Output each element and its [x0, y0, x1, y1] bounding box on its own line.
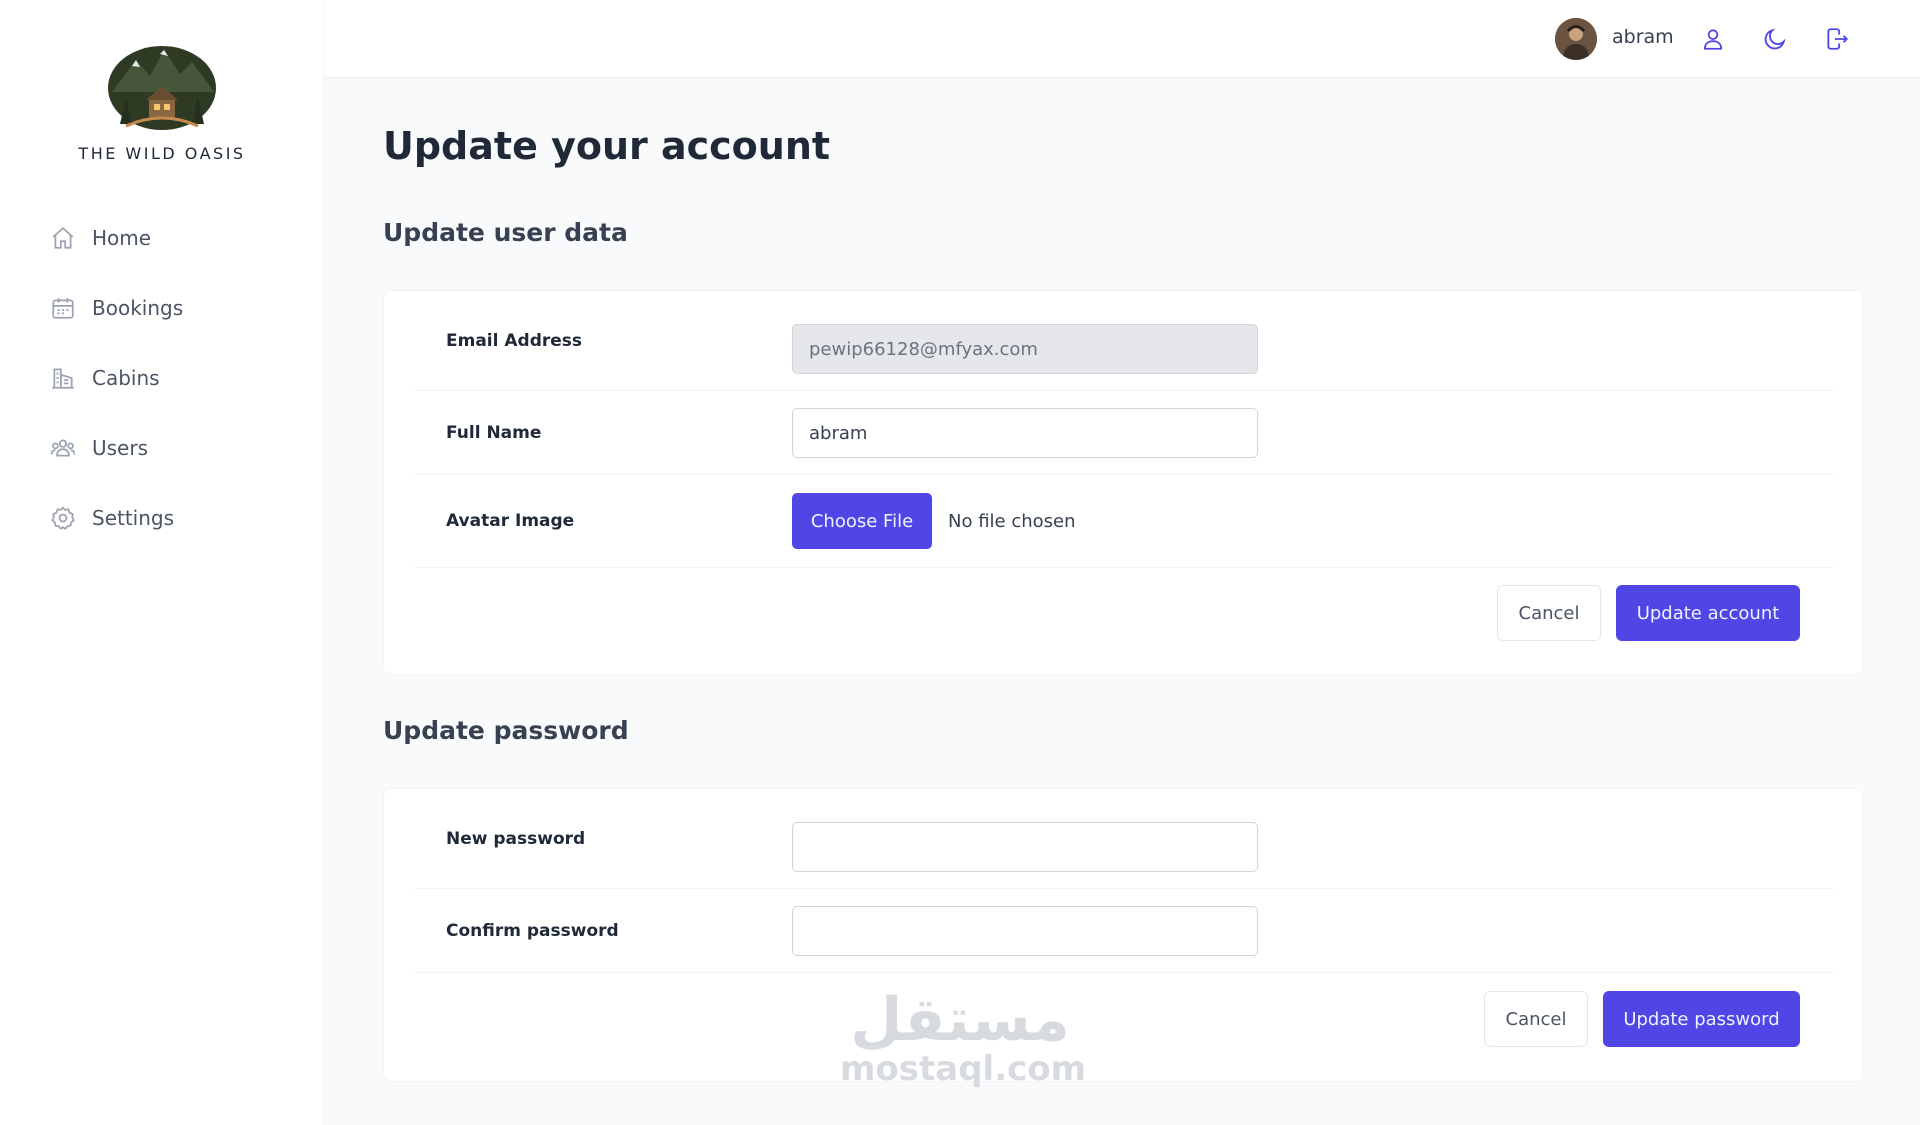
confirm-password-row: Confirm password: [414, 889, 1834, 973]
sidebar-item-cabins[interactable]: Cabins: [30, 350, 294, 406]
sidebar-nav: Home Bookings Cabins Users Settings: [30, 210, 294, 560]
confirm-password-field[interactable]: [792, 906, 1258, 956]
avatar-label: Avatar Image: [446, 511, 575, 531]
logo-text: THE WILD OASIS: [78, 144, 246, 163]
confirm-password-label: Confirm password: [446, 920, 619, 941]
dark-mode-toggle[interactable]: [1758, 22, 1792, 56]
user-data-section-title: Update user data: [383, 218, 628, 247]
sidebar-item-home[interactable]: Home: [30, 210, 294, 266]
calendar-icon: [52, 298, 74, 319]
username: abram: [1612, 26, 1674, 48]
top-header: abram: [324, 0, 1920, 78]
password-form: New password Confirm password Cancel Upd…: [383, 788, 1863, 1082]
buildings-icon: [52, 368, 74, 389]
email-label: Email Address: [446, 330, 583, 351]
page-title: Update your account: [383, 124, 831, 168]
avatar-image: [1555, 18, 1597, 60]
sidebar-item-users[interactable]: Users: [30, 420, 294, 476]
user-icon: [1703, 29, 1723, 50]
choose-file-button[interactable]: Choose File: [792, 493, 932, 549]
logout-button[interactable]: [1820, 22, 1854, 56]
new-password-label: New password: [446, 828, 586, 849]
update-password-button[interactable]: Update password: [1603, 991, 1800, 1047]
home-icon: [52, 227, 74, 249]
account-button[interactable]: [1696, 22, 1730, 56]
email-row: Email Address: [414, 291, 1834, 391]
watermark: مستقل mostaql.com: [840, 985, 1087, 1089]
password-section-title: Update password: [383, 716, 629, 745]
sidebar-item-label: Cabins: [92, 366, 160, 390]
email-field: [792, 324, 1258, 374]
logo[interactable]: THE WILD OASIS: [0, 40, 324, 163]
users-icon: [50, 439, 76, 457]
file-status: No file chosen: [948, 510, 1076, 532]
sidebar-item-bookings[interactable]: Bookings: [30, 280, 294, 336]
sidebar: THE WILD OASIS Home Bookings Cabins User…: [0, 0, 324, 1125]
logo-image: [108, 46, 216, 130]
sidebar-item-settings[interactable]: Settings: [30, 490, 294, 546]
sidebar-item-label: Users: [92, 436, 149, 460]
update-account-button[interactable]: Update account: [1616, 585, 1800, 641]
sidebar-item-label: Home: [92, 226, 152, 250]
fullname-label: Full Name: [446, 422, 542, 443]
cancel-account-button[interactable]: Cancel: [1497, 585, 1601, 641]
gear-icon: [51, 506, 75, 531]
fullname-row: Full Name: [414, 391, 1834, 475]
avatar: [1555, 18, 1597, 60]
new-password-row: New password: [414, 789, 1834, 889]
watermark-latin: mostaql.com: [840, 1049, 1087, 1089]
user-data-form: Email Address Full Name Avatar Image Cho…: [383, 290, 1863, 675]
sidebar-item-label: Bookings: [92, 296, 184, 320]
moon-icon: [1764, 28, 1786, 50]
sidebar-item-label: Settings: [92, 506, 175, 530]
avatar-row: Avatar Image Choose File No file chosen: [414, 475, 1834, 568]
new-password-field[interactable]: [792, 822, 1258, 872]
watermark-arabic: مستقل: [850, 985, 1070, 1055]
cancel-password-button[interactable]: Cancel: [1484, 991, 1588, 1047]
fullname-field[interactable]: [792, 408, 1258, 458]
logout-icon: [1827, 28, 1849, 50]
